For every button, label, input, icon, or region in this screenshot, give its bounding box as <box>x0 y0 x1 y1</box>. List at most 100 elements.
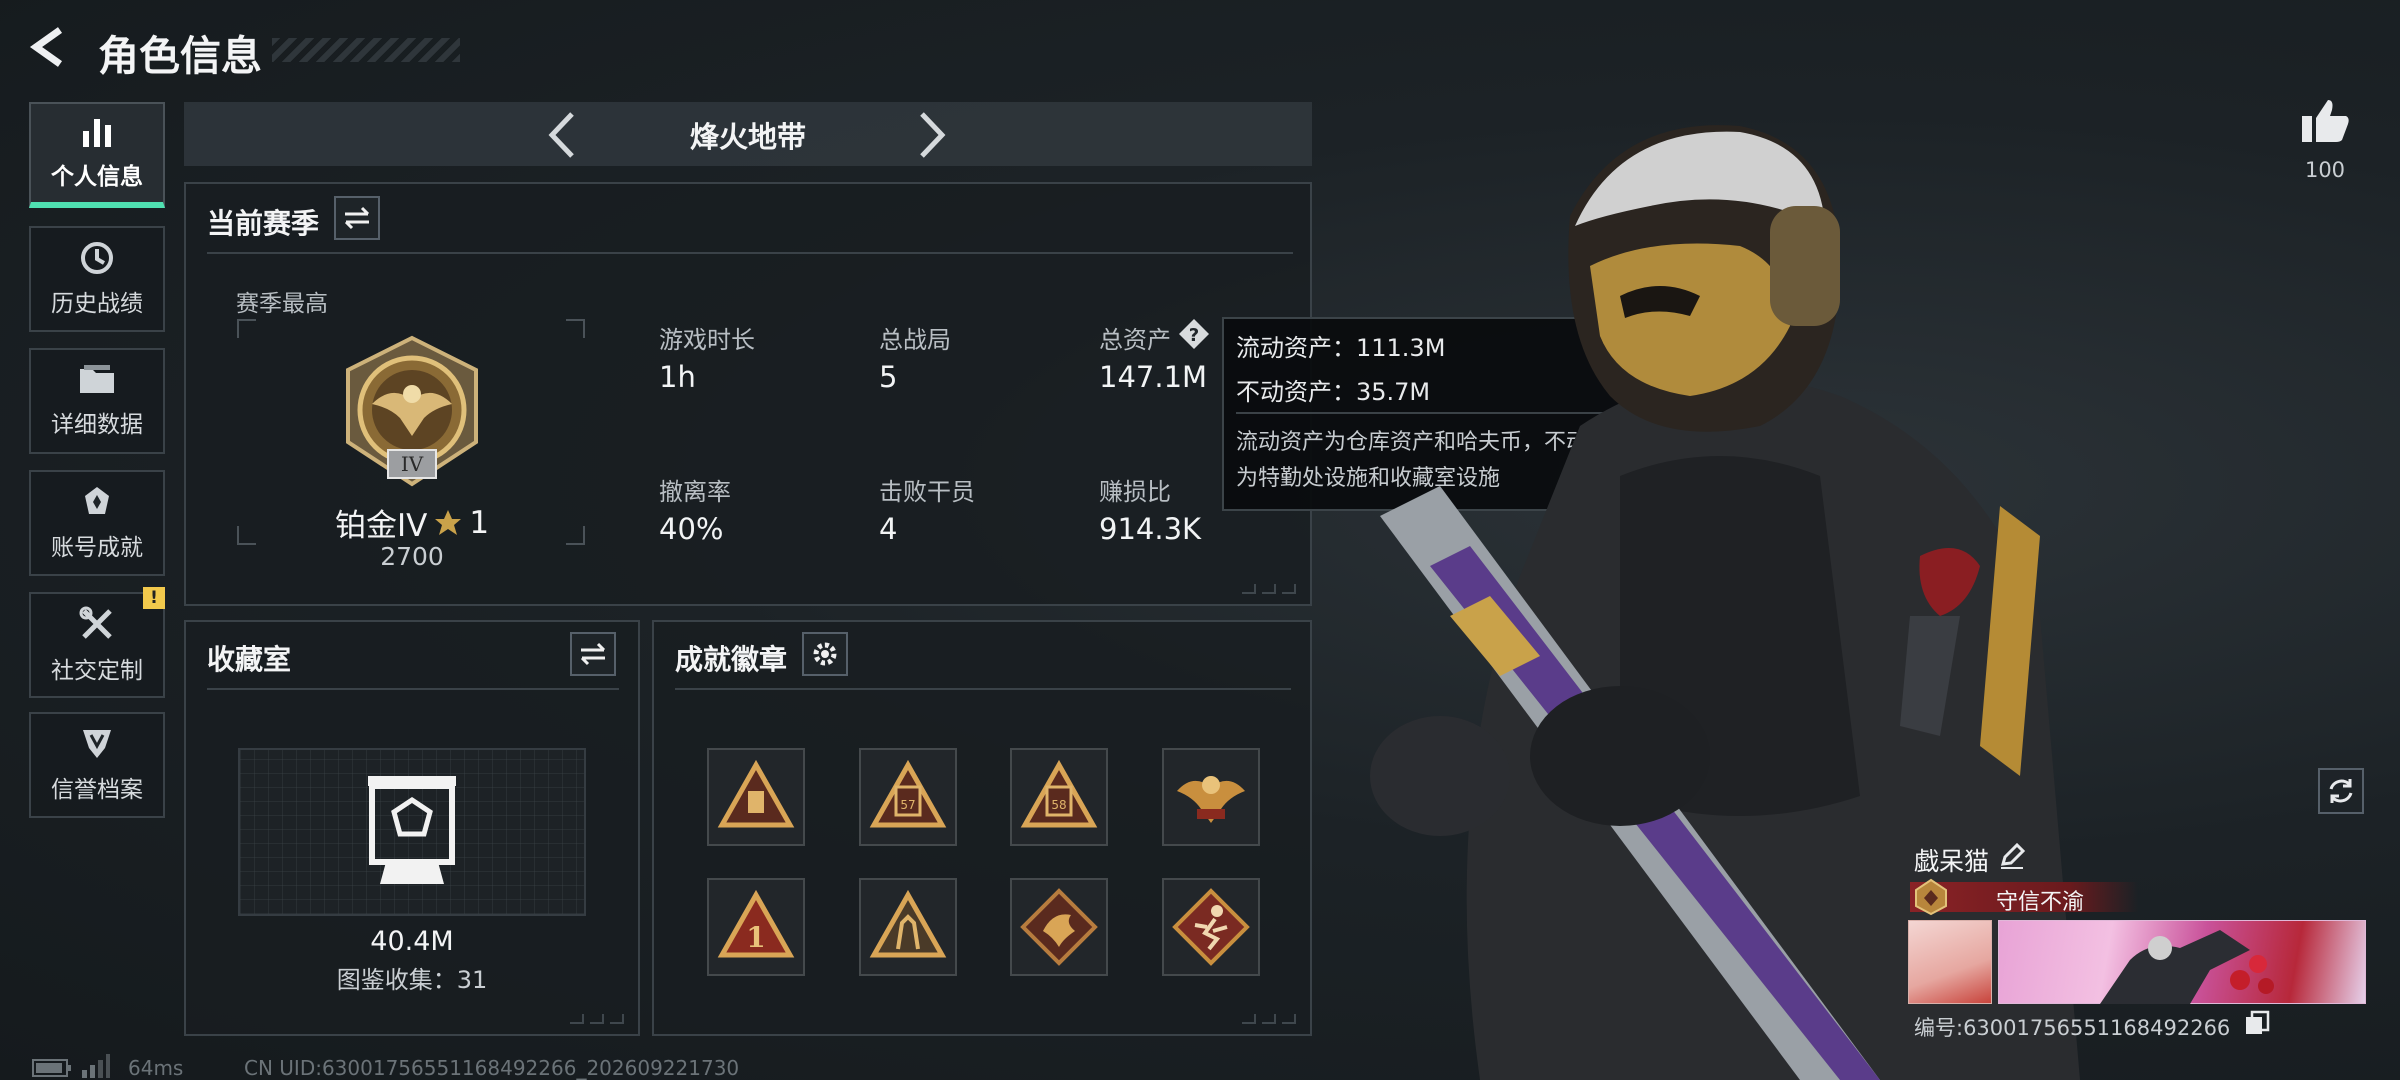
star-icon <box>435 509 462 535</box>
stat-label-operators-defeated: 击败干员 <box>879 478 975 506</box>
achievement-badge[interactable] <box>1010 878 1108 976</box>
chevron-left-icon <box>548 112 574 158</box>
nav-item-label: 社交定制 <box>51 658 143 684</box>
nav-item-personal-info[interactable]: 个人信息 <box>29 102 165 208</box>
player-id: 编号:630017565511684922​66 <box>1914 1016 2231 1040</box>
corner-decoration <box>570 1014 624 1024</box>
page-title: 角色信息 <box>98 32 262 80</box>
mode-name: 烽火地带 <box>689 120 806 154</box>
achievement-icon <box>85 487 109 514</box>
achievement-badge[interactable] <box>1162 878 1260 976</box>
season-switch-button[interactable] <box>334 196 380 240</box>
achievement-badge[interactable]: 57 <box>859 748 957 846</box>
stat-label-profit-loss-ratio: 赚损比 <box>1099 478 1171 506</box>
thumbs-up-icon <box>2302 100 2349 142</box>
badge-triangle-icon: 1 <box>717 889 795 958</box>
rank-score: 2700 <box>380 542 444 571</box>
stat-value-total-matches: 5 <box>879 360 898 394</box>
svg-text:58: 58 <box>1051 798 1066 812</box>
player-name: 戯呆猫 <box>1914 847 1990 876</box>
tools-icon <box>79 606 112 639</box>
question-icon: ? <box>1179 319 1209 349</box>
nav-item-label: 历史战绩 <box>51 291 143 317</box>
badge-runner-icon <box>1172 888 1250 966</box>
nav-item-credit-file[interactable]: 信誉档案 <box>29 712 165 818</box>
title-stripe-decoration <box>272 38 460 62</box>
achievement-badge[interactable]: 1 <box>707 878 805 976</box>
gear-icon <box>813 642 837 666</box>
battery-icon <box>32 1059 71 1077</box>
nav-item-label: 详细数据 <box>51 412 143 438</box>
nav-item-detailed-data[interactable]: 详细数据 <box>29 348 165 454</box>
nav-item-account-achievements[interactable]: 账号成就 <box>29 470 165 576</box>
nav-item-label: 个人信息 <box>51 164 143 190</box>
season-title: 当前赛季 <box>207 207 320 240</box>
rank-name: 铂金IV <box>334 508 428 544</box>
badge-eagle-icon <box>1177 776 1245 823</box>
badge-triangle-icon: 57 <box>869 759 947 828</box>
signal-icon <box>82 1054 110 1078</box>
mode-prev-button[interactable] <box>540 108 584 162</box>
stat-value-profit-loss-ratio: 914.3K <box>1099 512 1202 546</box>
rotate-view-button[interactable] <box>2318 768 2364 814</box>
edit-name-button[interactable] <box>1998 842 2026 870</box>
corner-decoration <box>1242 1014 1296 1024</box>
collection-divider <box>207 688 619 690</box>
pencil-icon <box>2000 842 2026 869</box>
season-best-label: 赛季最高 <box>236 291 328 317</box>
chevron-right-icon <box>920 112 946 158</box>
copy-id-button[interactable] <box>2244 1010 2270 1036</box>
svg-text:1: 1 <box>746 921 765 954</box>
swap-icon <box>344 206 370 230</box>
nav-item-label: 账号成就 <box>51 535 143 561</box>
like-count: 100 <box>2304 158 2346 182</box>
svg-text:?: ? <box>1189 325 1199 346</box>
achievement-badge[interactable] <box>859 878 957 976</box>
nav-item-history[interactable]: 历史战绩 <box>29 226 165 332</box>
collection-title: 收藏室 <box>207 643 292 676</box>
collection-value: 40.4M <box>370 926 454 957</box>
bar-chart-icon <box>83 119 111 147</box>
achievement-settings-button[interactable] <box>802 632 848 676</box>
refresh-icon <box>2329 779 2353 803</box>
stat-label-extract-rate: 撤离率 <box>659 478 731 506</box>
stat-value-total-assets: 147.1M <box>1099 360 1208 394</box>
player-banner-avatar <box>1908 920 1992 1004</box>
folder-icon <box>80 365 114 393</box>
player-title: 守信不渝 <box>1995 890 2084 915</box>
back-arrow-icon <box>29 27 63 67</box>
badge-soldiers-icon <box>869 889 947 958</box>
swap-icon <box>580 642 606 666</box>
copy-icon <box>2246 1010 2270 1034</box>
back-button[interactable] <box>26 24 72 70</box>
rank-badge-icon: IV <box>346 335 478 487</box>
mode-next-button[interactable] <box>910 108 954 162</box>
credit-shield-icon <box>83 730 111 758</box>
svg-text:IV: IV <box>401 452 424 476</box>
achievement-divider <box>675 688 1291 690</box>
badge-triangle-icon: 58 <box>1020 759 1098 828</box>
achievement-badge[interactable]: 58 <box>1010 748 1108 846</box>
collection-switch-button[interactable] <box>570 632 616 676</box>
achievement-badge[interactable] <box>1162 748 1260 846</box>
title-emblem-icon <box>1915 878 1947 916</box>
achievement-badge[interactable] <box>707 748 805 846</box>
history-clock-icon <box>81 242 113 274</box>
badge-triangle-icon <box>717 759 795 828</box>
nav-item-label: 信誉档案 <box>51 777 143 803</box>
badge-dragon-icon <box>1020 888 1098 966</box>
svg-text:57: 57 <box>900 798 915 812</box>
stat-label-play-time: 游戏时长 <box>659 326 755 354</box>
achievement-title: 成就徽章 <box>675 643 788 676</box>
corner-decoration <box>1242 584 1296 594</box>
collection-display-case-icon <box>368 776 456 884</box>
stat-value-extract-rate: 40% <box>659 512 724 546</box>
assets-help-button[interactable]: ? <box>1178 318 1210 350</box>
like-button[interactable] <box>2298 96 2352 146</box>
uid-readout: CN UID:630017565511684922​66_20260922173… <box>244 1056 740 1080</box>
banner-character-art <box>2100 930 2274 1004</box>
season-divider <box>207 252 1293 254</box>
collection-count: 图鉴收集：31 <box>336 966 488 994</box>
stat-label-total-assets: 总资产 <box>1099 326 1171 354</box>
ping-readout: 64ms <box>128 1056 184 1080</box>
